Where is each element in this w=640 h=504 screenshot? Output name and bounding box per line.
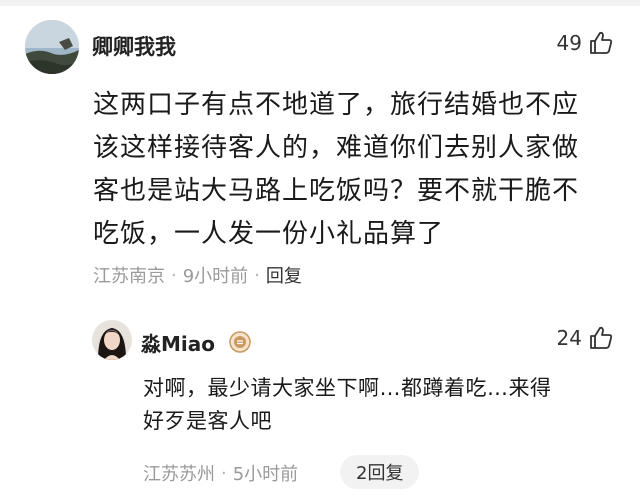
comment-line: 这两口子有点不地道了，旅行结婚也不应 bbox=[93, 90, 580, 120]
username[interactable]: 卿卿我我 bbox=[92, 31, 176, 61]
comment-text: 这两口子有点不地道了，旅行结婚也不应 该这样接待客人的，难道你们去别人家做 客也… bbox=[93, 84, 613, 256]
comment-meta: 江苏南京 · 9小时前 · 回复 bbox=[93, 262, 302, 288]
thumbs-up-icon bbox=[588, 30, 614, 56]
separator: · bbox=[171, 264, 177, 286]
like-count: 24 bbox=[556, 326, 582, 350]
reply-line: 好歹是客人吧 bbox=[143, 409, 272, 433]
reply-meta: 江苏苏州 · 5小时前 bbox=[143, 460, 298, 486]
top-divider bbox=[0, 0, 640, 6]
location: 江苏南京 bbox=[93, 266, 165, 287]
avatar[interactable] bbox=[25, 20, 79, 74]
avatar[interactable] bbox=[92, 320, 132, 360]
separator: · bbox=[254, 264, 260, 286]
view-replies-button[interactable]: 2回复 bbox=[340, 455, 420, 489]
like-count: 49 bbox=[556, 31, 582, 55]
location: 江苏苏州 bbox=[143, 464, 215, 485]
reply-line: 对啊，最少请大家坐下啊…都蹲着吃…来得 bbox=[143, 376, 552, 400]
level-badge-icon bbox=[229, 331, 251, 353]
comment-line: 客也是站大马路上吃饭吗？要不就干脆不 bbox=[93, 176, 580, 206]
comment-line: 该这样接待客人的，难道你们去别人家做 bbox=[93, 133, 580, 163]
separator: · bbox=[221, 462, 227, 484]
timestamp: 9小时前 bbox=[182, 266, 249, 287]
like-button[interactable]: 49 bbox=[557, 30, 614, 56]
reply-text: 对啊，最少请大家坐下啊…都蹲着吃…来得 好歹是客人吧 bbox=[143, 372, 613, 438]
like-button[interactable]: 24 bbox=[557, 325, 614, 351]
thumbs-up-icon bbox=[588, 325, 614, 351]
comment-line: 吃饭，一人发一份小礼品算了 bbox=[93, 219, 445, 249]
username[interactable]: 淼Miao bbox=[141, 328, 215, 357]
reply-button[interactable]: 回复 bbox=[266, 262, 302, 288]
timestamp: 5小时前 bbox=[232, 464, 299, 485]
